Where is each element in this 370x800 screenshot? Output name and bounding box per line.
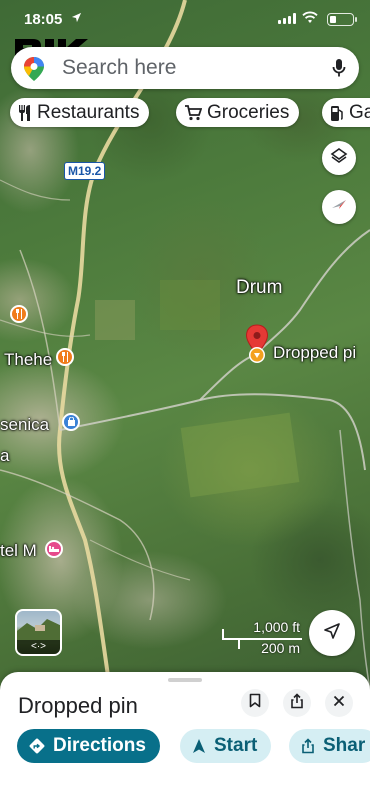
compass-button[interactable] bbox=[322, 190, 356, 224]
bookmark-icon bbox=[249, 693, 261, 713]
close-button[interactable] bbox=[325, 689, 353, 717]
cellular-signal-icon bbox=[278, 13, 296, 24]
share-button[interactable] bbox=[283, 689, 311, 717]
place-label-senica[interactable]: senica bbox=[0, 415, 49, 435]
microphone-icon[interactable] bbox=[332, 58, 346, 83]
place-label-hotel[interactable]: tel M bbox=[0, 541, 37, 561]
start-label: Start bbox=[214, 735, 258, 756]
status-bar: 18:05 bbox=[0, 0, 370, 40]
start-button[interactable]: Start bbox=[180, 729, 272, 763]
scale-imperial: 1,000 ft bbox=[253, 619, 300, 635]
recenter-button[interactable] bbox=[309, 610, 355, 656]
directions-label: Directions bbox=[53, 735, 146, 756]
close-icon bbox=[333, 694, 345, 712]
place-label-thehe[interactable]: Thehe bbox=[4, 350, 52, 370]
chip-restaurants[interactable]: Restaurants bbox=[10, 98, 150, 127]
location-arrow-icon bbox=[71, 12, 82, 26]
place-label-a: a bbox=[0, 446, 10, 465]
map-scale: 1,000 ft 200 m bbox=[222, 619, 304, 659]
status-time: 18:05 bbox=[24, 11, 63, 28]
navigation-arrow-icon bbox=[192, 738, 206, 754]
sheet-drag-handle[interactable] bbox=[168, 678, 202, 682]
save-button[interactable] bbox=[241, 689, 269, 717]
chip-label: Groceries bbox=[207, 101, 290, 123]
compass-icon bbox=[329, 195, 349, 220]
road-shield: M19.2 bbox=[64, 162, 106, 180]
dropped-pin-marker[interactable] bbox=[245, 324, 269, 371]
share-icon bbox=[301, 738, 315, 754]
google-maps-pin-icon bbox=[23, 56, 45, 87]
layers-button[interactable] bbox=[322, 141, 356, 175]
street-view-thumbnail[interactable]: <·> bbox=[15, 609, 62, 656]
chip-groceries[interactable]: Groceries bbox=[176, 98, 300, 127]
wifi-icon bbox=[302, 11, 318, 29]
place-label-drum[interactable]: Drum bbox=[236, 277, 282, 299]
search-bar[interactable]: Search here bbox=[11, 47, 359, 89]
restaurant-poi-icon[interactable] bbox=[56, 348, 74, 366]
battery-icon bbox=[327, 13, 357, 26]
shop-poi-icon[interactable] bbox=[62, 413, 80, 431]
fork-knife-icon bbox=[18, 104, 32, 122]
place-title: Dropped pin bbox=[18, 693, 138, 718]
navigation-arrow-icon bbox=[323, 622, 341, 645]
search-input[interactable]: Search here bbox=[62, 56, 176, 80]
cart-icon bbox=[184, 104, 202, 121]
share-icon bbox=[290, 692, 304, 714]
chip-label: Ga bbox=[349, 101, 370, 123]
restaurant-poi-icon[interactable] bbox=[10, 305, 28, 323]
directions-button[interactable]: Directions bbox=[17, 729, 160, 763]
dropped-pin-label[interactable]: Dropped pi bbox=[273, 343, 356, 363]
place-bottom-sheet[interactable]: Dropped pin Directions Start Shar bbox=[0, 672, 370, 800]
chip-label: Restaurants bbox=[37, 101, 140, 123]
scale-metric: 200 m bbox=[261, 640, 300, 656]
gas-pump-icon bbox=[330, 104, 344, 122]
directions-icon bbox=[29, 738, 45, 754]
chip-gas[interactable]: Ga bbox=[322, 98, 370, 127]
share-label: Shar bbox=[323, 735, 366, 756]
hotel-poi-icon[interactable] bbox=[45, 540, 63, 558]
share-action-button[interactable]: Shar bbox=[289, 729, 370, 763]
layers-icon bbox=[330, 147, 348, 170]
street-view-icon: <·> bbox=[17, 640, 60, 654]
